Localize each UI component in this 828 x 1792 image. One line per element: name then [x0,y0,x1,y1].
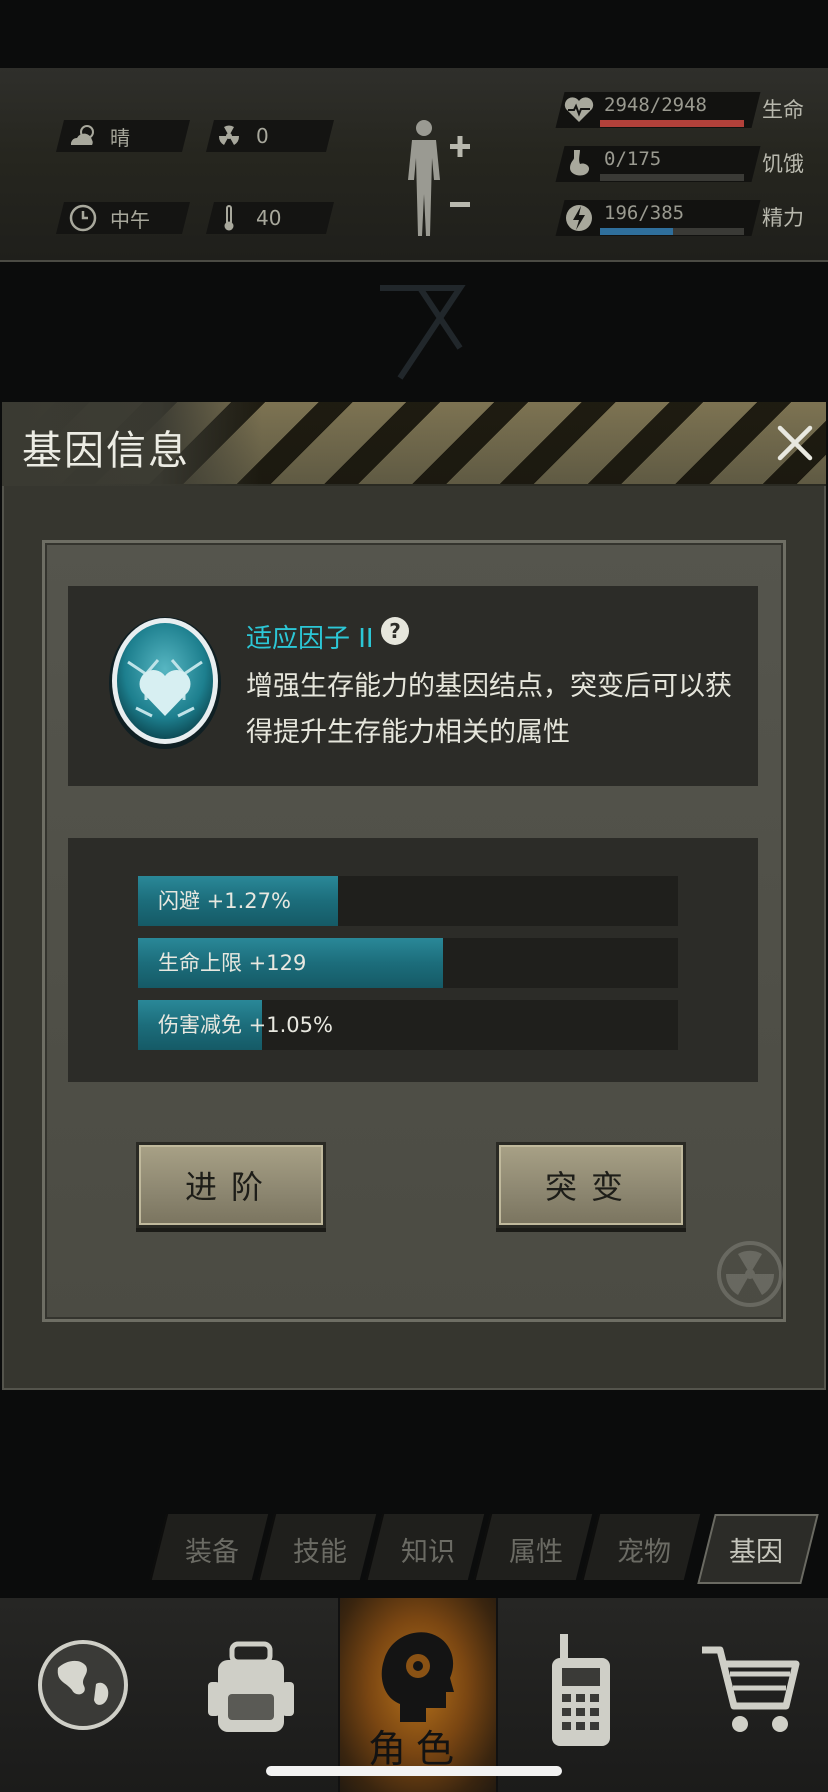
energy-bar-fill [600,228,674,235]
bonus-label: 生命上限 +129 [158,951,307,975]
bonus-label: 伤害减免 +1.05% [158,1013,333,1037]
bonus-bar-dodge: 闪避 +1.27% [138,876,678,926]
stomach-icon [564,146,594,182]
nav-world-map[interactable] [30,1598,140,1792]
bonus-bar-max-health: 生命上限 +129 [138,938,678,988]
energy-icon [564,200,594,236]
radiation-icon [212,121,246,151]
hunger-value: 0/175 [604,148,662,170]
hunger-bar [600,174,744,181]
background-emblem [360,268,480,388]
health-bar-fill [600,120,744,127]
backpack-icon [204,1638,298,1742]
health-value: 2948/2948 [604,94,707,116]
thermometer-icon [212,203,246,233]
tab-knowledge[interactable]: 知识 [378,1530,478,1569]
tab-genes[interactable]: 基因 [706,1530,806,1569]
shop-cart-icon [700,1644,800,1742]
nav-inventory[interactable] [196,1598,306,1792]
bonus-label: 闪避 +1.27% [158,889,291,913]
health-bar [600,120,744,127]
help-question-icon[interactable]: ? [380,616,410,646]
weather-indicator: 晴 [66,120,130,152]
svg-text:?: ? [389,619,401,643]
time-indicator: 中午 [66,202,150,234]
globe-icon [36,1638,130,1736]
health-label: 生命 [762,98,804,122]
energy-bar [600,228,744,235]
clock-icon [66,203,100,233]
temperature-value: 40 [256,206,282,230]
hunger-label: 饥饿 [762,152,804,176]
tab-pets[interactable]: 宠物 [594,1530,694,1569]
tab-equipment[interactable]: 装备 [162,1530,262,1569]
nav-radio[interactable] [530,1598,630,1792]
time-value: 中午 [110,207,150,232]
energy-value: 196/385 [604,202,685,224]
heart-icon [562,92,596,128]
gene-description: 增强生存能力的基因结点，突变后可以获得提升生存能力相关的属性 [246,671,732,748]
energy-label: 精力 [762,206,804,230]
gene-heart-badge-icon [106,612,224,754]
character-body-icon[interactable] [398,116,478,240]
radio-icon [546,1634,616,1754]
advance-button[interactable]: 进阶 [136,1142,326,1228]
home-indicator[interactable] [266,1766,562,1776]
gene-name: 适应因子 II [246,624,374,654]
weather-value: 晴 [110,125,130,150]
radiation-indicator: 0 [212,120,269,152]
tab-attributes[interactable]: 属性 [486,1530,586,1569]
close-icon[interactable] [770,418,820,468]
nav-shop[interactable] [690,1598,810,1792]
radiation-value: 0 [256,124,269,148]
mutate-button[interactable]: 突变 [496,1142,686,1228]
tab-skills[interactable]: 技能 [270,1530,370,1569]
temperature-indicator: 40 [212,202,281,234]
dialog-title: 基因信息 [22,428,190,474]
radiation-watermark-icon [716,1240,784,1308]
nav-character-label: 角色 [367,1727,464,1771]
bonus-bar-damage-reduction: 伤害减免 +1.05% [138,1000,678,1050]
character-icon [370,1622,462,1726]
partly-cloudy-icon [66,121,100,151]
